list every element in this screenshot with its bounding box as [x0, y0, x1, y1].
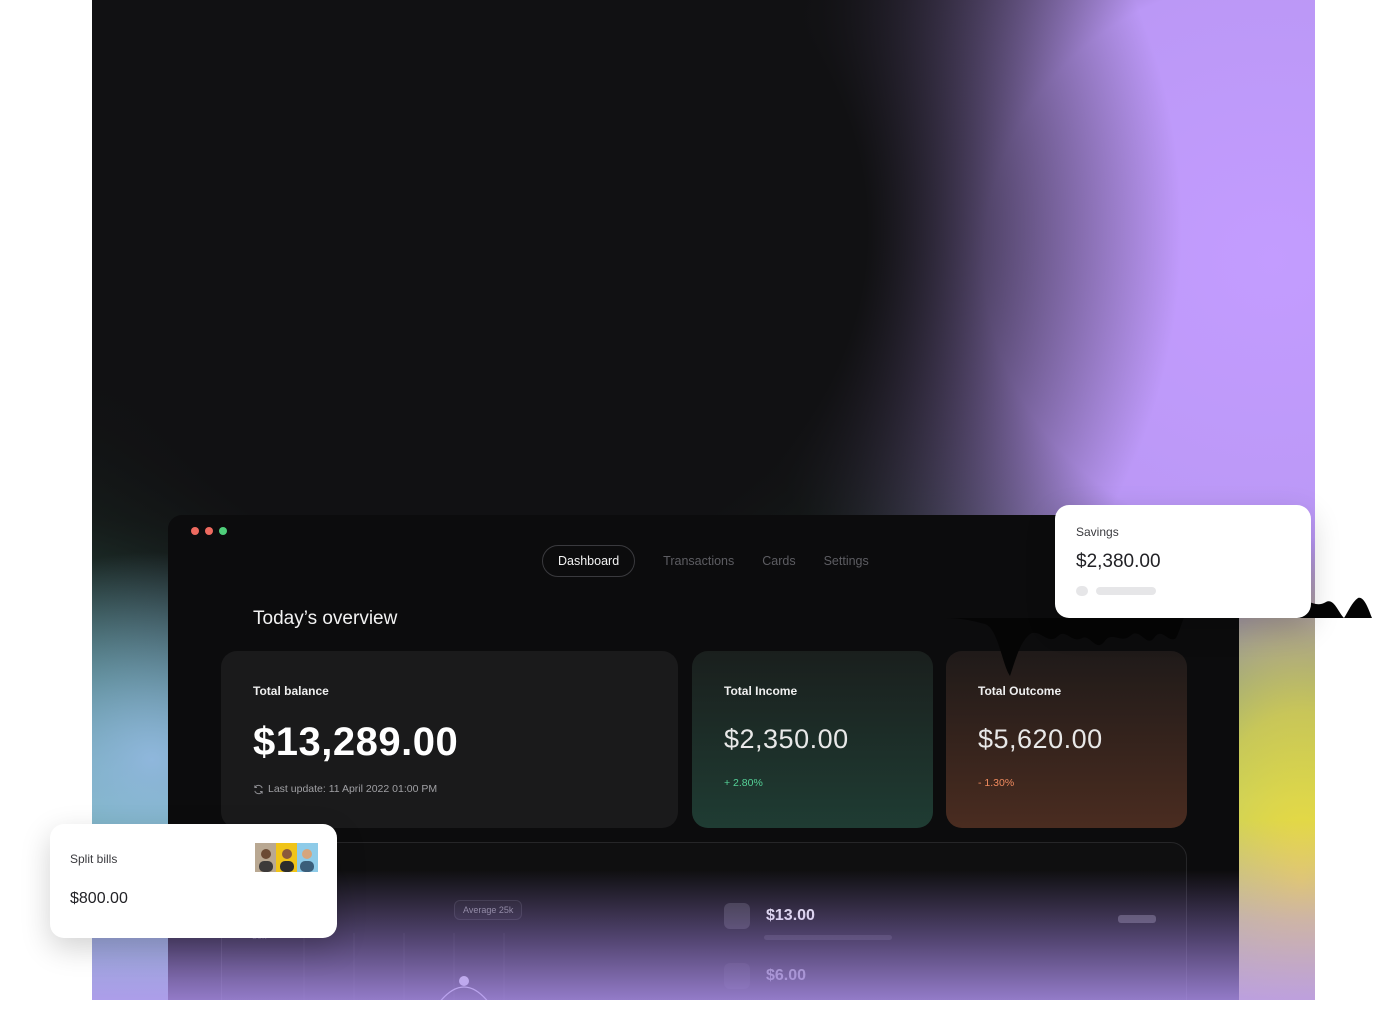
transaction-row[interactable]: $6.00 — [724, 963, 806, 989]
transaction-icon — [724, 963, 750, 989]
transaction-amount: $13.00 — [766, 907, 815, 924]
total-outcome-label: Total Outcome — [978, 684, 1062, 698]
nav-cards[interactable]: Cards — [748, 546, 809, 576]
nav-settings[interactable]: Settings — [810, 546, 883, 576]
avatar — [255, 843, 276, 872]
total-outcome-value: $5,620.00 — [978, 724, 1103, 754]
avatar — [276, 843, 297, 872]
nav-dashboard[interactable]: Dashboard — [542, 545, 636, 577]
total-income-card[interactable]: Total Income $2,350.00 + 2.80% — [692, 651, 933, 828]
savings-card[interactable]: Savings $2,380.00 — [1055, 505, 1311, 618]
split-bills-card[interactable]: Split bills $800.00 — [50, 824, 337, 938]
total-balance-label: Total balance — [253, 684, 329, 698]
savings-value: $2,380.00 — [1076, 551, 1161, 572]
close-dot[interactable] — [191, 527, 199, 535]
chart-point[interactable] — [459, 976, 469, 986]
transaction-icon — [724, 903, 750, 929]
last-update: Last update: 11 April 2022 01:00 PM — [253, 783, 646, 795]
savings-skeleton — [1076, 586, 1290, 596]
total-income-value: $2,350.00 — [724, 724, 849, 754]
split-bills-value: $800.00 — [70, 890, 128, 907]
total-income-label: Total Income — [724, 684, 798, 698]
nav-transactions[interactable]: Transactions — [649, 546, 748, 576]
transaction-amount: $6.00 — [766, 967, 807, 984]
transaction-row[interactable]: $13.00 — [724, 903, 815, 929]
income-change: + 2.80% — [724, 777, 763, 789]
refresh-icon — [254, 784, 263, 794]
transaction-bar — [764, 935, 892, 940]
last-update-text: Last update: 11 April 2022 01:00 PM — [268, 783, 438, 795]
total-balance-card[interactable]: Total balance $13,289.00 Last update: 11… — [221, 651, 678, 828]
page-title: Today’s overview — [253, 608, 398, 629]
average-tooltip: Average 25k — [454, 900, 523, 920]
skeleton-bar — [1096, 587, 1156, 595]
savings-label: Savings — [1076, 525, 1119, 539]
maximize-dot[interactable] — [219, 527, 227, 535]
chart-line — [440, 986, 488, 1000]
avatar-group — [255, 843, 318, 872]
transaction-action-placeholder[interactable] — [1118, 915, 1156, 923]
outcome-change: - 1.30% — [978, 777, 1015, 789]
total-balance-value: $13,289.00 — [253, 720, 459, 764]
activity-panel: Average 25k 30k $13.00 $6.00 — [221, 842, 1187, 1000]
window-controls — [191, 527, 227, 535]
avatar — [297, 843, 318, 872]
top-nav: Dashboard Transactions Cards Settings — [542, 545, 883, 577]
minimize-dot[interactable] — [205, 527, 213, 535]
skeleton-dot — [1076, 586, 1088, 596]
